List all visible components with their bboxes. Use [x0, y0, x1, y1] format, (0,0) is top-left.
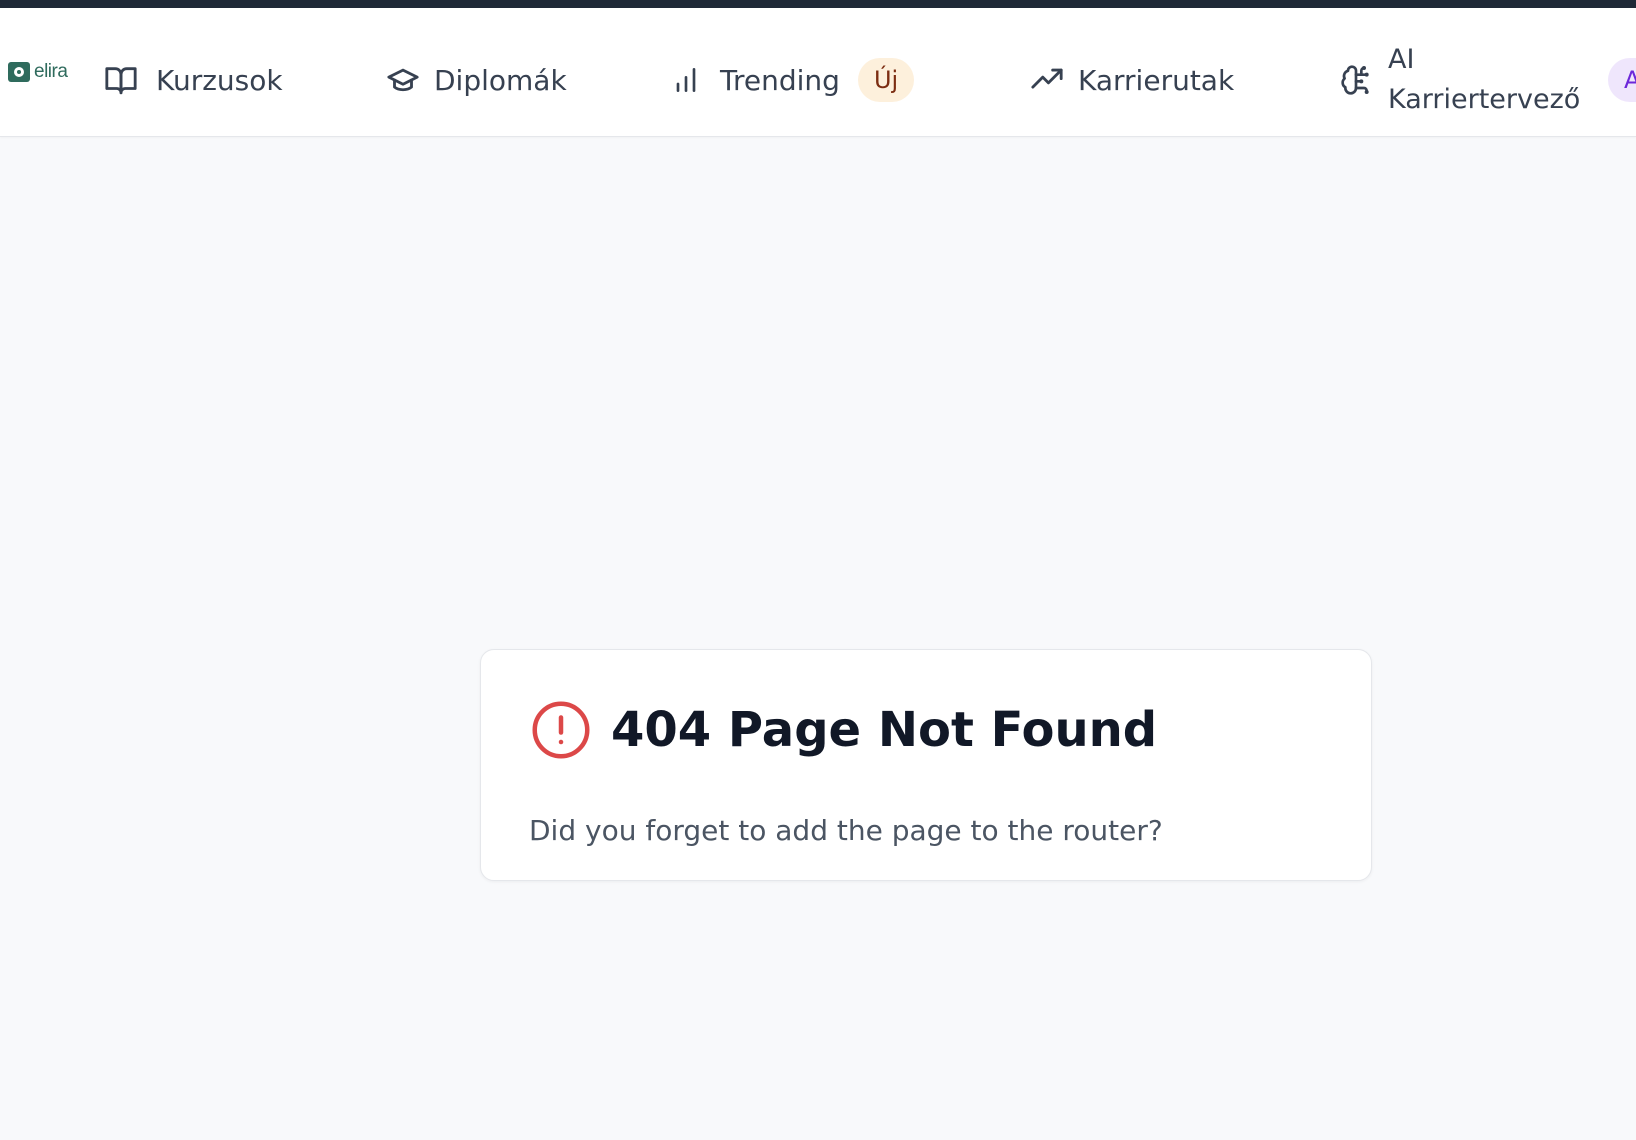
- graduation-cap-icon: [387, 68, 419, 92]
- new-badge: Új: [857, 58, 915, 102]
- brain-circuit-icon: [1341, 65, 1369, 95]
- error-title-row: 404 Page Not Found: [531, 700, 1157, 760]
- page-title: 404 Page Not Found: [611, 702, 1158, 758]
- error-message: Did you forget to add the page to the ro…: [529, 814, 1163, 847]
- top-accent-bar: [0, 0, 1636, 8]
- nav-label-trending: Trending: [720, 63, 840, 97]
- bar-chart-icon: [676, 68, 696, 92]
- nav-label-karrierutak: Karrierutak: [1078, 63, 1235, 97]
- book-open-icon: [105, 67, 137, 95]
- logo-mark-icon: [8, 62, 30, 82]
- nav-label-ai-karriertervezo: AI Karriertervező: [1388, 44, 1581, 115]
- trending-up-icon: [1031, 68, 1063, 89]
- nav-item-trending[interactable]: Trending Új: [670, 52, 915, 108]
- brand-logo[interactable]: elira: [8, 60, 68, 84]
- nav-item-diplomak[interactable]: Diplomák: [386, 52, 567, 108]
- nav-item-kurzusok[interactable]: Kurzusok: [104, 52, 283, 108]
- nav-label-kurzusok: Kurzusok: [156, 63, 283, 97]
- nav-item-karrierutak[interactable]: Karrierutak: [1030, 52, 1234, 108]
- nav-item-ai-karriertervezo[interactable]: AI Karriertervező AI: [1340, 32, 1636, 128]
- alert-circle-icon: [532, 701, 590, 759]
- brand-name: elira: [34, 61, 68, 82]
- ai-badge: AI: [1608, 58, 1636, 102]
- nav-label-diplomak: Diplomák: [434, 63, 567, 97]
- error-card: 404 Page Not Found Did you forget to add…: [480, 649, 1372, 881]
- main-navbar: elira Kurzusok Diplomák Trending Új Karr…: [0, 8, 1636, 137]
